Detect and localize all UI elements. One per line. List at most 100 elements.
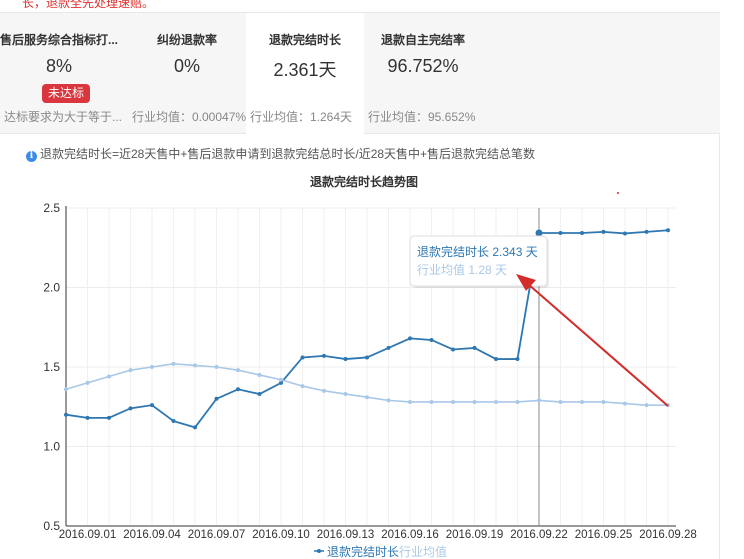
data-point: [515, 399, 520, 404]
data-point: [429, 399, 434, 404]
top-notice-text: 长，退款全先处理速赔。: [22, 0, 155, 10]
metric-refund-duration[interactable]: 退款完结时长 2.361天 行业均值：1.264天: [246, 13, 364, 135]
chart-title: 退款完结时长趋势图: [310, 174, 418, 189]
metric-subtext: 达标要求为大于等于...: [4, 110, 123, 124]
data-point: [214, 396, 219, 401]
data-point: [322, 353, 326, 358]
data-point: [386, 345, 391, 350]
data-point: [343, 392, 348, 397]
tooltip-line-main: 退款完结时长 2.343 天: [417, 244, 538, 259]
y-tick-label: 1.5: [43, 360, 60, 374]
data-point: [644, 403, 649, 408]
formula-note: i 退款完结时长=近28天售中+售后退款申请到退款完结总时长/近28天售中+售后退…: [26, 145, 535, 162]
x-tick-label: 2016.09.10: [252, 529, 310, 541]
y-tick-label: 2.5: [43, 201, 60, 215]
data-point: [107, 415, 111, 420]
data-point: [429, 337, 434, 342]
data-point: [666, 228, 670, 233]
metric-dispute-refund-rate[interactable]: 纠纷退款率 0% 行业均值：0.00047%: [128, 13, 246, 135]
top-notice: 长，退款全先处理速赔。: [0, 0, 744, 12]
legend-marker-main: [317, 549, 321, 553]
metric-value: 8%: [45, 56, 72, 76]
legend-label-avg: 行业均值: [399, 544, 447, 559]
metric-value: 0%: [173, 56, 200, 76]
metrics-bar: 售后服务综合指标打... 8% 未达标 达标要求为大于等于... 纠纷退款率 0…: [0, 12, 720, 135]
data-point: [257, 392, 262, 397]
data-point: [300, 355, 305, 360]
data-point: [472, 399, 477, 404]
data-point: [322, 388, 326, 393]
data-point: [343, 357, 348, 362]
data-point: [558, 230, 563, 235]
data-point: [601, 399, 606, 404]
data-point: [537, 398, 541, 403]
data-point: [193, 363, 197, 368]
data-point: [365, 395, 369, 400]
data-point: [257, 372, 262, 377]
metric-subtext: 行业均值：1.264天: [250, 110, 353, 124]
metric-value: 2.361天: [273, 60, 337, 80]
y-tick-label: 2.0: [43, 281, 60, 295]
data-point: [408, 336, 412, 341]
data-point: [150, 365, 154, 369]
x-tick-label: 2016.09.19: [446, 529, 504, 541]
tooltip-line-avg: 行业均值 1.28 天: [417, 262, 507, 277]
data-point: [107, 374, 111, 379]
data-point: [494, 357, 498, 362]
data-point: [214, 365, 219, 369]
data-point: [623, 231, 627, 236]
data-point: [85, 415, 90, 420]
data-point: [193, 425, 197, 430]
data-point: [64, 387, 68, 392]
y-tick-label: 1.0: [43, 440, 60, 454]
x-tick-label: 2016.09.01: [59, 529, 117, 541]
x-tick-label: 2016.09.04: [123, 529, 181, 541]
data-point: [451, 347, 455, 352]
metric-title: 退款完结时长: [268, 33, 341, 47]
data-point: [85, 380, 90, 385]
data-point: [236, 368, 240, 373]
metric-title: 纠纷退款率: [156, 33, 217, 47]
data-point: [580, 230, 584, 235]
annotation-dot: [617, 192, 619, 194]
data-point: [644, 229, 649, 234]
x-tick-label: 2016.09.22: [510, 529, 568, 541]
metric-title: 售后服务综合指标打...: [0, 33, 118, 47]
data-point: [64, 412, 68, 417]
data-point: [451, 399, 455, 404]
metric-title: 退款自主完结率: [380, 33, 465, 47]
data-point: [558, 399, 563, 404]
data-point: [171, 361, 176, 366]
data-point: [515, 357, 520, 362]
trend-chart: 退款完结时长趋势图0.51.01.52.02.52016.09.01 2016.0…: [43, 174, 697, 559]
metric-subtext: 行业均值：95.652%: [368, 110, 476, 124]
formula-text: 退款完结时长=近28天售中+售后退款申请到退款完结总时长/近28天售中+售后退款…: [40, 147, 536, 161]
data-point: [535, 229, 543, 237]
data-point: [408, 399, 412, 404]
data-point: [236, 387, 240, 392]
data-point: [300, 384, 305, 389]
x-tick-label: 2016.09.28: [639, 529, 697, 541]
metric-subtext: 行业均值：0.00047%: [132, 110, 247, 124]
data-point: [472, 345, 477, 350]
x-tick-label: 2016.09.07: [188, 529, 246, 541]
info-icon: i: [26, 151, 37, 162]
metric-self-complete-rate[interactable]: 退款自主完结率 96.752% 行业均值：95.652%: [364, 13, 482, 135]
x-tick-label: 2016.09.13: [317, 529, 375, 541]
legend-label-main: 退款完结时长: [327, 544, 399, 559]
data-point: [386, 398, 391, 403]
data-point: [601, 229, 606, 234]
status-badge: 未达标: [42, 84, 91, 103]
data-point: [365, 355, 369, 360]
data-point: [171, 419, 176, 424]
data-point: [128, 406, 133, 411]
x-tick-label: 2016.09.16: [381, 529, 439, 541]
metric-value: 96.752%: [387, 56, 459, 76]
data-point: [128, 368, 133, 373]
metric-service-score[interactable]: 售后服务综合指标打... 8% 未达标 达标要求为大于等于...: [0, 13, 122, 135]
data-point: [494, 399, 498, 404]
data-point: [279, 377, 283, 382]
data-point: [150, 403, 154, 408]
data-point: [623, 401, 627, 406]
x-tick-label: 2016.09.25: [575, 529, 633, 541]
